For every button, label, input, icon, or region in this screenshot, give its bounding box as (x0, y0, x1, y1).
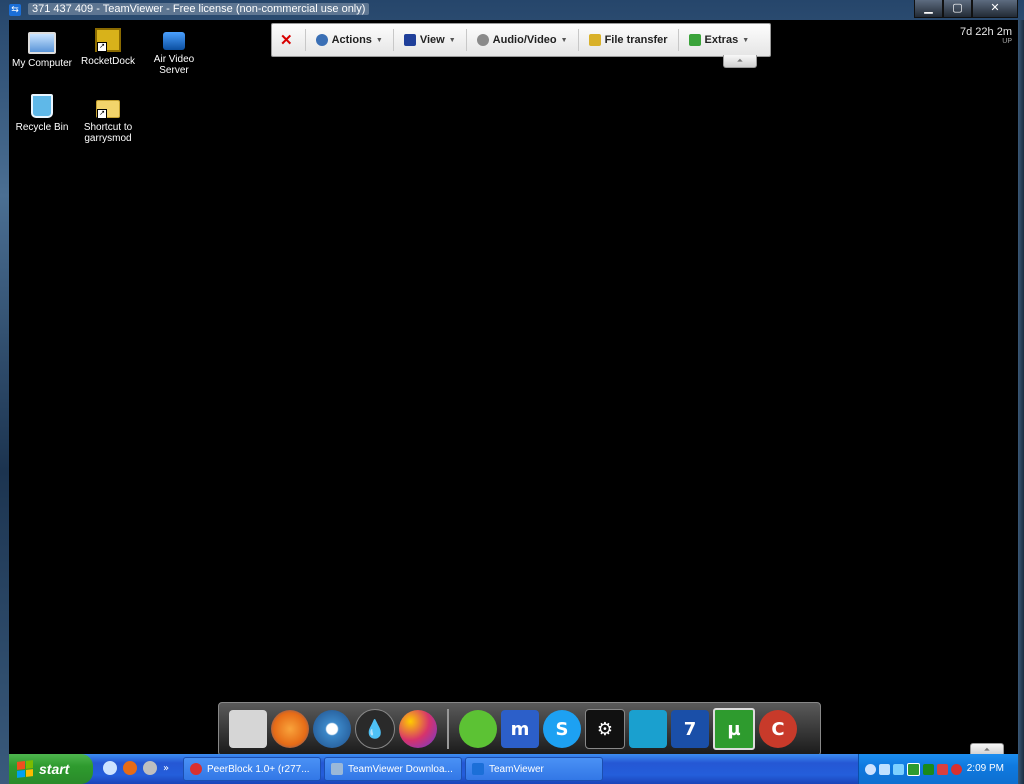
start-label: start (39, 761, 70, 777)
uptime-label: UP (1002, 38, 1012, 45)
vent-icon[interactable] (923, 763, 934, 775)
actions-menu[interactable]: Actions ▼ (310, 28, 389, 52)
desktop-icon-recycle-bin[interactable]: Recycle Bin (9, 94, 75, 133)
view-menu[interactable]: View ▼ (398, 28, 462, 52)
teamviewer-window: ⇆ 371 437 409 - TeamViewer - Free licens… (0, 0, 1024, 784)
desktop-icon-air-video-server[interactable]: Air Video Server (141, 28, 207, 76)
desktop-icon-my-computer[interactable]: My Computer (9, 28, 75, 69)
task-label: TeamViewer Downloa... (348, 763, 453, 775)
recycle-bin-icon (31, 94, 53, 118)
remote-desktop[interactable]: My Computer ↗ RocketDock Air Video Serve… (9, 20, 1018, 784)
rocketdock-icon: ↗ (95, 28, 121, 52)
desktop-icon-label: Air Video Server (153, 54, 195, 76)
file-transfer-label: File transfer (604, 34, 668, 46)
audio-video-menu[interactable]: Audio/Video ▼ (471, 28, 574, 52)
computer-icon (28, 32, 56, 54)
quick-launch-more-button[interactable]: » (163, 763, 169, 774)
teamviewer-icon (331, 763, 343, 775)
quick-launch-icon[interactable] (143, 761, 157, 775)
peerblock-icon (190, 763, 202, 775)
title-bar[interactable]: ⇆ 371 437 409 - TeamViewer - Free licens… (0, 0, 1024, 20)
firefox-icon[interactable] (123, 761, 137, 775)
taskbar: start » PeerBlock 1.0+ (r277... TeamView… (9, 754, 1018, 784)
audio-video-icon (476, 34, 489, 46)
mirc-icon[interactable]: m (501, 710, 539, 748)
ie-icon[interactable] (103, 761, 117, 775)
cube-icon[interactable] (629, 710, 667, 748)
toolbar-divider (392, 29, 394, 51)
task-label: TeamViewer (489, 763, 544, 775)
desktop-icon-label: RocketDock (81, 56, 135, 67)
gear-icon (315, 34, 328, 46)
view-label: View (419, 34, 445, 46)
tv-icon (163, 32, 185, 50)
folder-icon: ↗ (96, 100, 120, 119)
desktop-icon-rocketdock[interactable]: ↗ RocketDock (75, 28, 141, 67)
window-title: 371 437 409 - TeamViewer - Free license … (28, 3, 370, 15)
ccleaner-icon[interactable]: C (759, 710, 797, 748)
drop-icon[interactable]: 💧 (355, 709, 395, 749)
monitor-icon (403, 34, 416, 46)
frog-icon[interactable] (459, 710, 497, 748)
peerblock-icon[interactable] (951, 763, 962, 775)
tray-app-icon[interactable] (937, 763, 948, 775)
task-teamviewer-download[interactable]: TeamViewer Downloa... (324, 757, 462, 781)
close-button[interactable]: ✕ (972, 0, 1018, 18)
toolbar-divider (465, 29, 467, 51)
puzzle-icon (688, 34, 701, 46)
teamviewer-icon (472, 763, 484, 775)
task-label: PeerBlock 1.0+ (r277... (207, 763, 310, 775)
rocketdock: 💧 m S ⚙ 7 µ C (218, 702, 821, 756)
chevron-down-icon: ▼ (375, 36, 383, 44)
task-peerblock[interactable]: PeerBlock 1.0+ (r277... (183, 757, 321, 781)
toolbar-divider (677, 29, 679, 51)
desktop-icon-garrysmod[interactable]: ↗ Shortcut to garrysmod (75, 94, 141, 144)
window-edge (1018, 20, 1024, 784)
steam-icon[interactable]: ⚙ (585, 709, 625, 749)
windows-logo-icon (17, 760, 33, 778)
actions-label: Actions (331, 34, 372, 46)
desktop-icon-label: Shortcut to garrysmod (83, 122, 133, 144)
skype-icon[interactable]: S (543, 710, 581, 748)
desktop-icon-label: Recycle Bin (15, 122, 69, 133)
desktop-icon-label: My Computer (11, 58, 72, 69)
teamviewer-icon: ⇆ (9, 4, 21, 16)
maximize-button[interactable]: ▢ (943, 0, 972, 18)
task-teamviewer[interactable]: TeamViewer (465, 757, 603, 781)
chrome-icon[interactable] (313, 710, 351, 748)
uptime-widget: 7d 22h 2m UP (960, 26, 1012, 45)
finder-icon[interactable] (229, 710, 267, 748)
audio-video-label: Audio/Video (492, 34, 557, 46)
extras-label: Extras (704, 34, 739, 46)
start-button[interactable]: start (9, 754, 93, 784)
dock-divider (447, 709, 449, 749)
chevron-down-icon: ▼ (448, 36, 456, 44)
chevron-down-icon: ▼ (560, 36, 568, 44)
extras-menu[interactable]: Extras ▼ (683, 28, 756, 52)
minimize-button[interactable]: ▁ (914, 0, 943, 18)
colors-icon[interactable] (399, 710, 437, 748)
shortcut-arrow-icon: ↗ (97, 109, 107, 119)
teamviewer-toolbar: ✕ Actions ▼ View ▼ Audio/Video ▼ File tr… (271, 23, 771, 57)
toolbar-divider (577, 29, 579, 51)
tray-expand-icon[interactable] (865, 763, 876, 775)
network-icon[interactable] (879, 763, 890, 775)
utorrent-icon[interactable]: µ (713, 708, 755, 750)
teamviewer-icon[interactable]: 7 (671, 710, 709, 748)
quick-launch: » (103, 761, 169, 775)
chevron-down-icon: ▼ (742, 36, 750, 44)
volume-icon[interactable] (893, 763, 904, 775)
file-transfer-button[interactable]: File transfer (583, 28, 674, 52)
uptime-value: 7d 22h 2m (960, 26, 1012, 38)
file-transfer-icon (588, 34, 601, 46)
utorrent-icon[interactable] (907, 762, 920, 776)
close-session-button[interactable]: ✕ (272, 28, 301, 52)
clock[interactable]: 2:09 PM (967, 763, 1004, 774)
toolbar-collapse-button[interactable]: ⏶ (723, 55, 757, 68)
firefox-icon[interactable] (271, 710, 309, 748)
toolbar-divider (304, 29, 306, 51)
shortcut-arrow-icon: ↗ (97, 42, 107, 52)
